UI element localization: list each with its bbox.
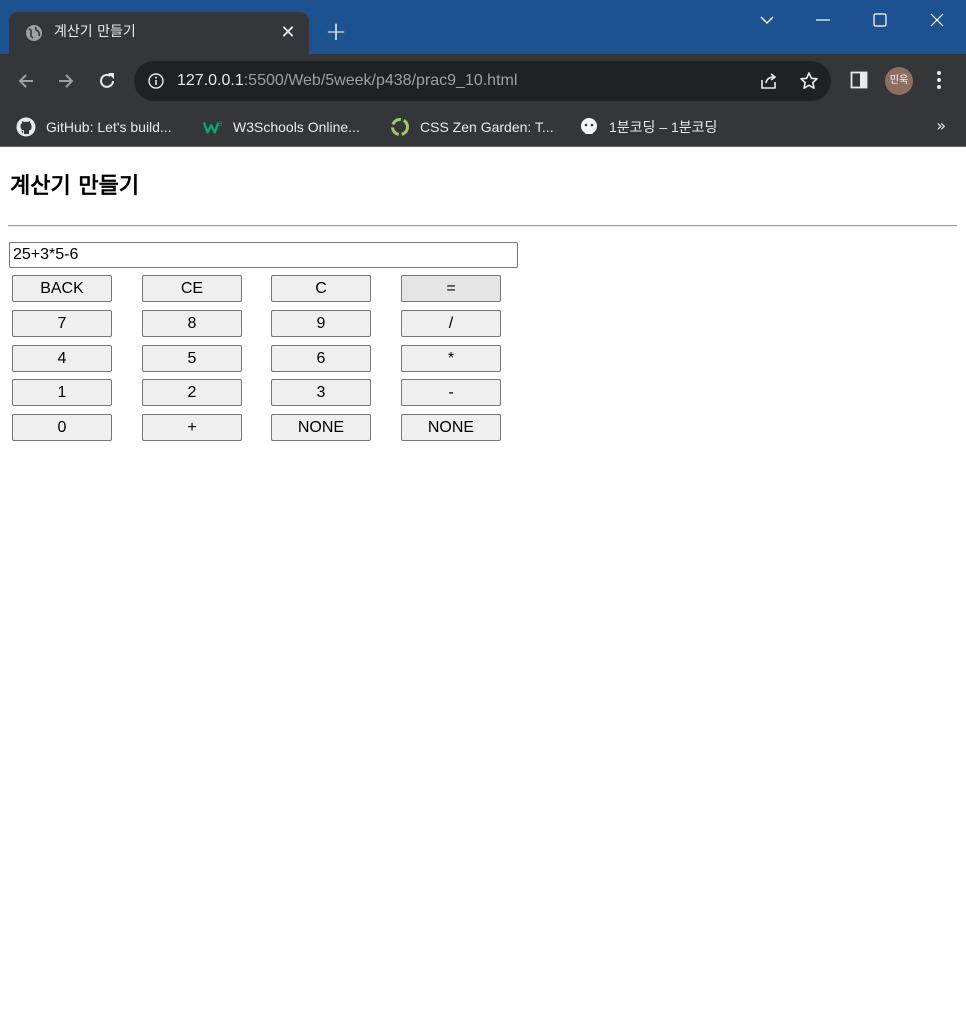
bookmark-w3schools[interactable]: 3 W3Schools Online... [203, 116, 360, 138]
window-titlebar: 계산기 만들기 ✕ + [0, 0, 966, 54]
close-window-icon[interactable] [922, 8, 952, 32]
digit-6-button[interactable]: 6 [271, 345, 371, 372]
bookmark-label: GitHub: Let's build... [46, 119, 172, 135]
browser-toolbar: 127.0.0.1:5500/Web/5week/p438/prac9_10.h… [0, 54, 966, 108]
digit-7-button[interactable]: 7 [12, 310, 112, 337]
digit-8-button[interactable]: 8 [142, 310, 242, 337]
minimize-icon[interactable] [808, 8, 838, 32]
calculator-display-input[interactable]: 25+3*5-6 [9, 242, 518, 268]
1bun-coding-icon [579, 117, 599, 137]
clear-button[interactable]: C [271, 275, 371, 302]
active-tab[interactable]: 계산기 만들기 ✕ [9, 12, 309, 54]
tab-title: 계산기 만들기 [54, 24, 136, 40]
tab-search-icon[interactable] [752, 8, 782, 32]
bookmark-label: CSS Zen Garden: T... [420, 119, 554, 135]
back-button[interactable]: BACK [12, 275, 112, 302]
reload-icon[interactable] [94, 68, 120, 94]
forward-arrow-icon[interactable] [53, 68, 79, 94]
github-icon [16, 117, 36, 137]
menu-kebab-icon[interactable] [928, 69, 950, 91]
zen-garden-icon [390, 117, 410, 137]
digit-3-button[interactable]: 3 [271, 379, 371, 406]
bookmark-css-zen-garden[interactable]: CSS Zen Garden: T... [390, 116, 554, 138]
add-button[interactable]: + [142, 414, 242, 441]
share-icon[interactable] [759, 71, 779, 91]
subtract-button[interactable]: - [401, 379, 501, 406]
digit-9-button[interactable]: 9 [271, 310, 371, 337]
side-panel-icon[interactable] [848, 69, 870, 91]
none-button[interactable]: NONE [271, 414, 371, 441]
page-title: 계산기 만들기 [10, 174, 140, 199]
profile-avatar[interactable]: 민욱 [885, 67, 913, 95]
digit-5-button[interactable]: 5 [142, 345, 242, 372]
page-content: 계산기 만들기 25+3*5-6 BACK CE C = 7 8 9 / 4 5… [0, 148, 966, 1021]
bookmark-star-icon[interactable] [799, 71, 819, 91]
address-bar[interactable]: 127.0.0.1:5500/Web/5week/p438/prac9_10.h… [134, 61, 831, 101]
divide-button[interactable]: / [401, 310, 501, 337]
bookmark-label: W3Schools Online... [233, 119, 360, 135]
multiply-button[interactable]: * [401, 345, 501, 372]
bookmarks-bar: GitHub: Let's build... 3 W3Schools Onlin… [0, 108, 966, 147]
w3schools-icon: 3 [203, 117, 223, 137]
maximize-icon[interactable] [865, 8, 895, 32]
digit-2-button[interactable]: 2 [142, 379, 242, 406]
digit-4-button[interactable]: 4 [12, 345, 112, 372]
bookmark-github[interactable]: GitHub: Let's build... [16, 116, 172, 138]
bookmark-label: 1분코딩 – 1분코딩 [609, 119, 718, 135]
ce-button[interactable]: CE [142, 275, 242, 302]
new-tab-button[interactable]: + [323, 19, 349, 45]
horizontal-rule [8, 225, 957, 227]
url-text[interactable]: 127.0.0.1:5500/Web/5week/p438/prac9_10.h… [177, 71, 517, 91]
digit-0-button[interactable]: 0 [12, 414, 112, 441]
more-bookmarks-button[interactable]: » [936, 116, 946, 135]
none-button[interactable]: NONE [401, 414, 501, 441]
close-tab-icon[interactable]: ✕ [277, 22, 299, 44]
digit-1-button[interactable]: 1 [12, 379, 112, 406]
back-arrow-icon[interactable] [13, 68, 39, 94]
globe-icon [26, 25, 42, 41]
svg-text:3: 3 [218, 121, 222, 128]
equals-button[interactable]: = [401, 275, 501, 302]
info-icon[interactable] [148, 73, 164, 89]
bookmark-1bun-coding[interactable]: 1분코딩 – 1분코딩 [579, 116, 717, 138]
